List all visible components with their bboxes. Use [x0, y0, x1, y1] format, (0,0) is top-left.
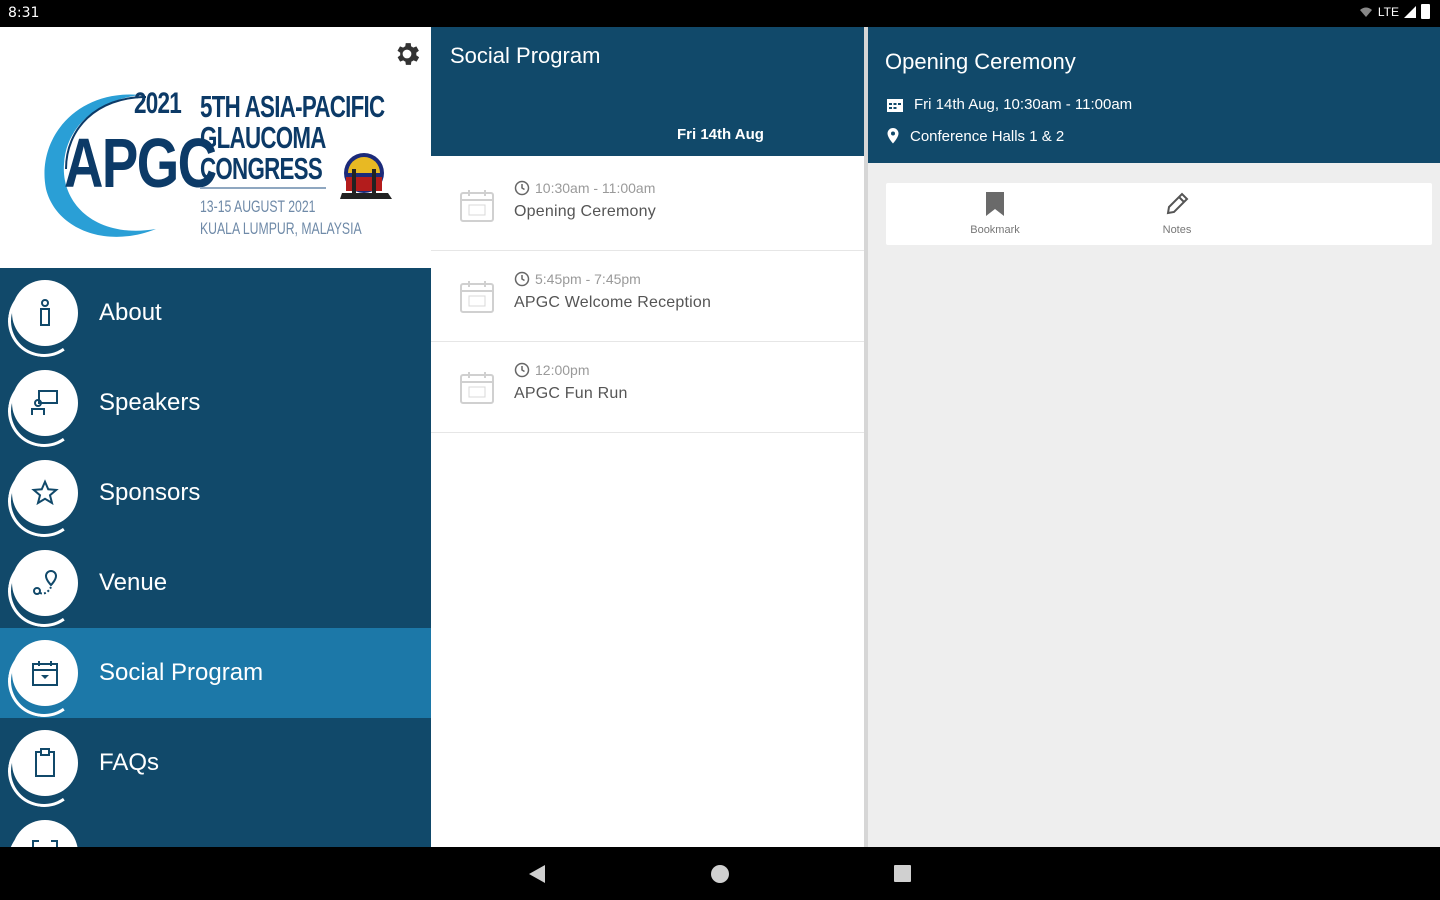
map-pin-icon: [33, 569, 58, 595]
home-icon[interactable]: [711, 865, 729, 883]
status-bar: 8:31 LTE: [0, 0, 1440, 27]
system-nav-bar: [0, 847, 1440, 900]
list-item[interactable]: 10:30am - 11:00am Opening Ceremony: [431, 160, 866, 251]
event-detail-pane: Opening Ceremony Fri 14th Aug, 10:30am -…: [868, 27, 1440, 847]
scan-icon: [32, 840, 58, 847]
clipboard-icon: [35, 748, 55, 777]
detail-header: Opening Ceremony Fri 14th Aug, 10:30am -…: [868, 27, 1440, 163]
sidebar-item-label: Sponsors: [99, 479, 201, 506]
event-title: APGC Fun Run: [514, 385, 628, 402]
signal-icon: [1404, 5, 1416, 18]
event-list: 10:30am - 11:00am Opening Ceremony 5:45p…: [431, 160, 866, 433]
menu-icon-circle: [12, 820, 78, 847]
malaysia-badge-icon: [340, 153, 392, 199]
star-icon: [31, 479, 59, 506]
menu-icon-circle: [12, 280, 78, 346]
menu-icon-circle: [12, 460, 78, 526]
speaker-icon: [31, 390, 58, 415]
sidebar-menu: About Speakers Sponsors Venue Social Pro…: [0, 268, 431, 847]
pencil-icon: [1166, 192, 1189, 215]
sidebar-item-label: FAQs: [99, 749, 160, 776]
list-item[interactable]: 5:45pm - 7:45pm APGC Welcome Reception: [431, 251, 866, 342]
sidebar-item-partial[interactable]: [0, 808, 431, 847]
page-title: Social Program: [450, 43, 601, 68]
detail-datetime: Fri 14th Aug, 10:30am - 11:00am: [914, 96, 1133, 113]
sidebar-item-label: Social Program: [99, 659, 264, 686]
event-title: APGC Welcome Reception: [514, 294, 712, 311]
detail-datetime-row: Fri 14th Aug, 10:30am - 11:00am: [886, 96, 1132, 113]
logo-acronym: APGC: [64, 124, 217, 202]
list-item[interactable]: 12:00pm APGC Fun Run: [431, 342, 866, 433]
sidebar-item-label: Venue: [99, 569, 168, 596]
recents-icon[interactable]: [894, 865, 911, 882]
event-time: 5:45pm - 7:45pm: [514, 271, 641, 287]
notes-label: Notes: [1162, 224, 1192, 236]
clock-icon: [514, 271, 530, 287]
tab-date[interactable]: Fri 14th Aug: [677, 126, 764, 143]
sidebar: 2021 APGC 5TH ASIA-PACIFIC GLAUCOMA CONG…: [0, 27, 431, 847]
bookmark-button[interactable]: Bookmark: [955, 191, 1035, 236]
sidebar-item-about[interactable]: About: [0, 268, 431, 358]
action-card: Bookmark Notes: [886, 183, 1432, 245]
calendar-icon: [460, 281, 494, 313]
back-icon[interactable]: [528, 864, 546, 884]
event-time-text: 10:30am - 11:00am: [535, 180, 656, 196]
sidebar-item-label: Speakers: [99, 389, 201, 416]
logo-dates: 13-15 AUGUST 2021: [200, 197, 316, 216]
detail-title: Opening Ceremony: [885, 49, 1076, 74]
calendar-icon: [887, 98, 903, 112]
logo-rule: [200, 187, 326, 189]
program-list-pane: Social Program Fri 14th Aug 10:30am - 11…: [431, 27, 866, 847]
bookmark-icon: [986, 192, 1004, 216]
list-header: Social Program Fri 14th Aug: [431, 27, 866, 160]
notes-button[interactable]: Notes: [1137, 191, 1217, 236]
event-time-text: 5:45pm - 7:45pm: [535, 271, 641, 287]
sidebar-item-venue[interactable]: Venue: [0, 538, 431, 628]
clock-icon: [514, 362, 530, 378]
event-time: 10:30am - 11:00am: [514, 180, 655, 196]
menu-icon-circle: [12, 550, 78, 616]
location-pin-icon: [887, 128, 899, 144]
wifi-icon: [1359, 7, 1372, 17]
sidebar-item-social-program[interactable]: Social Program: [0, 628, 431, 718]
calendar-icon: [460, 190, 494, 222]
menu-icon-circle: [12, 730, 78, 796]
logo-year: 2021: [134, 87, 182, 120]
detail-location: Conference Halls 1 & 2: [910, 127, 1065, 145]
sidebar-item-faqs[interactable]: FAQs: [0, 718, 431, 808]
detail-location-row: Conference Halls 1 & 2: [886, 127, 1064, 145]
menu-icon-circle: [12, 640, 78, 706]
logo-line-3: CONGRESS: [200, 151, 323, 186]
logo-area: 2021 APGC 5TH ASIA-PACIFIC GLAUCOMA CONG…: [0, 27, 431, 268]
network-label: LTE: [1377, 4, 1399, 19]
clock-icon: [514, 180, 530, 196]
calendar-icon: [32, 661, 58, 686]
settings-gear-icon[interactable]: [392, 39, 422, 69]
info-icon: [40, 299, 50, 326]
menu-icon-circle: [12, 370, 78, 436]
battery-icon: [1421, 4, 1430, 19]
event-time: 12:00pm: [514, 362, 589, 378]
event-title: Opening Ceremony: [514, 203, 656, 220]
sidebar-item-label: About: [99, 299, 162, 326]
sidebar-item-sponsors[interactable]: Sponsors: [0, 448, 431, 538]
app-screen: 8:31 LTE 2021 APGC 5TH ASIA-PACIFIC GLAU…: [0, 0, 1440, 900]
system-icons: LTE: [1359, 4, 1430, 19]
event-time-text: 12:00pm: [535, 362, 590, 378]
sidebar-item-speakers[interactable]: Speakers: [0, 358, 431, 448]
logo-location: KUALA LUMPUR, MALAYSIA: [200, 219, 362, 238]
status-time: 8:31: [8, 5, 40, 21]
bookmark-label: Bookmark: [970, 224, 1020, 236]
calendar-icon: [460, 372, 494, 404]
